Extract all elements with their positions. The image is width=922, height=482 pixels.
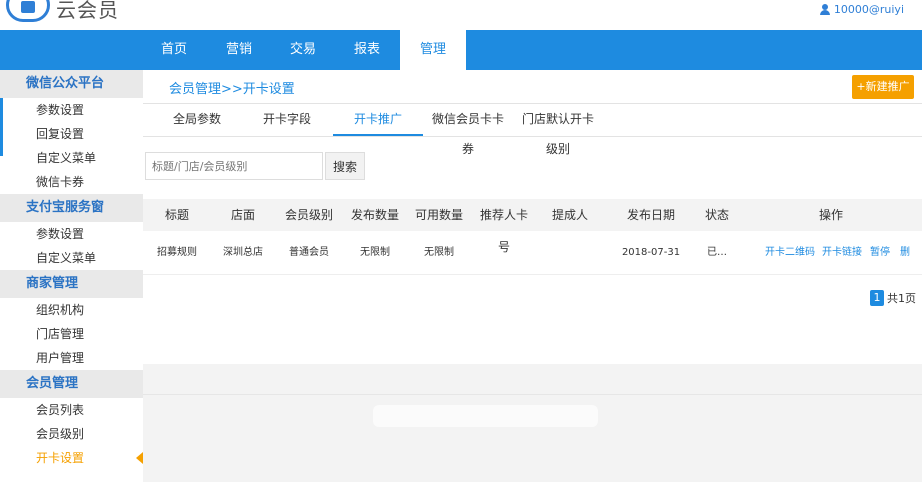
sidebar-item-wechat-card[interactable]: 微信卡券 — [0, 170, 143, 194]
sidebar-item-alipay-menu[interactable]: 自定义菜单 — [0, 246, 143, 270]
col-date: 发布日期 — [626, 208, 675, 222]
sidebar-item-card-settings[interactable]: 开卡设置 — [0, 446, 143, 470]
cell-status: 已… — [707, 247, 727, 258]
search-input[interactable] — [145, 152, 323, 180]
op-delete-link[interactable]: 删 — [900, 232, 910, 274]
tab-card-promotion[interactable]: 开卡推广 — [333, 104, 423, 136]
table-header: 标题 店面 会员级别 发布数量 可用数量 推荐人卡号 提成人 发布日期 状态 操… — [143, 199, 922, 254]
cell-date: 2018-07-31 — [621, 247, 681, 258]
sidebar-item-alipay-params[interactable]: 参数设置 — [0, 222, 143, 246]
col-level: 会员级别 — [284, 208, 333, 222]
sidebar-group-member[interactable]: 会员管理 — [0, 370, 143, 398]
col-publish-qty: 发布数量 — [350, 208, 399, 222]
sidebar-group-merchant[interactable]: 商家管理 — [0, 270, 143, 298]
sidebar-item-org[interactable]: 组织机构 — [0, 298, 143, 322]
user-account[interactable]: 10000@ruiyi — [819, 3, 904, 16]
sidebar-item-stores[interactable]: 门店管理 — [0, 322, 143, 346]
col-status: 状态 — [704, 208, 729, 222]
pagination: 1 共1页 — [870, 290, 916, 306]
col-title: 标题 — [164, 208, 189, 222]
page-number[interactable]: 1 — [870, 290, 884, 306]
nav-item-reports[interactable]: 报表 — [335, 30, 399, 70]
col-ops: 操作 — [818, 208, 843, 222]
sidebar-item-users[interactable]: 用户管理 — [0, 346, 143, 370]
logo-mark — [21, 1, 35, 13]
brand-name: 云会员 — [56, 0, 119, 22]
col-store: 店面 — [230, 208, 255, 222]
new-promotion-button[interactable]: +新建推广 — [852, 75, 914, 99]
nav-item-trade[interactable]: 交易 — [271, 30, 335, 70]
breadcrumb[interactable]: 会员管理>>开卡设置 — [169, 78, 295, 97]
col-commission: 提成人 — [551, 208, 588, 222]
user-account-label: 10000@ruiyi — [833, 3, 904, 16]
tab-global-params[interactable]: 全局参数 — [163, 104, 231, 134]
tab-wechat-card[interactable]: 微信会员卡卡券 — [429, 104, 507, 156]
main-nav: 首页 营销 交易 报表 管理 — [0, 30, 922, 70]
sidebar-item-member-list[interactable]: 会员列表 — [0, 398, 143, 422]
breadcrumb-bar: 会员管理>>开卡设置 +新建推广 — [143, 70, 922, 104]
sidebar-item-wechat-reply[interactable]: 回复设置 — [0, 122, 143, 146]
nav-item-home[interactable]: 首页 — [142, 30, 206, 70]
sidebar-scroll-indicator — [0, 98, 3, 156]
search-button[interactable]: 搜索 — [325, 152, 365, 180]
tab-card-fields[interactable]: 开卡字段 — [255, 104, 319, 134]
footer-blur — [373, 405, 598, 427]
nav-item-manage[interactable]: 管理 — [400, 30, 466, 70]
sidebar: 微信公众平台 参数设置 回复设置 自定义菜单 微信卡券 支付宝服务窗 参数设置 … — [0, 70, 143, 482]
nav-item-marketing[interactable]: 营销 — [207, 30, 271, 70]
cell-level: 普通会员 — [289, 247, 329, 258]
table-row: 招募规则 深圳总店 普通会员 无限制 无限制 2018-07-31 已… 开卡二… — [143, 232, 922, 275]
cell-commission — [547, 232, 593, 274]
top-bar: 云会员 10000@ruiyi — [0, 0, 922, 30]
user-icon — [819, 4, 830, 15]
op-pause-link[interactable]: 暂停 — [870, 232, 890, 274]
page-total: 共1页 — [887, 292, 916, 305]
logo-icon[interactable] — [6, 0, 50, 22]
sidebar-item-wechat-params[interactable]: 参数设置 — [0, 98, 143, 122]
sidebar-item-wechat-menu[interactable]: 自定义菜单 — [0, 146, 143, 170]
tab-default-level[interactable]: 门店默认开卡级别 — [517, 104, 599, 156]
tab-bar: 全局参数 开卡字段 开卡推广 微信会员卡卡券 门店默认开卡级别 — [143, 104, 922, 156]
cell-referrer-card — [475, 232, 533, 274]
op-card-qrcode-link[interactable]: 开卡二维码 — [765, 232, 815, 274]
op-card-link[interactable]: 开卡链接 — [822, 232, 862, 274]
footer-divider — [143, 394, 922, 395]
cell-title: 招募规则 — [157, 247, 197, 258]
col-referrer-card: 推荐人卡号 — [479, 208, 528, 254]
sidebar-item-member-level[interactable]: 会员级别 — [0, 422, 143, 446]
sidebar-group-wechat[interactable]: 微信公众平台 — [0, 70, 143, 98]
sidebar-group-alipay[interactable]: 支付宝服务窗 — [0, 194, 143, 222]
cell-publish-qty: 无限制 — [360, 247, 390, 258]
cell-store: 深圳总店 — [223, 247, 263, 258]
cell-available-qty: 无限制 — [424, 247, 454, 258]
main-content: 会员管理>>开卡设置 +新建推广 全局参数 开卡字段 开卡推广 微信会员卡卡券 … — [143, 70, 922, 482]
col-available-qty: 可用数量 — [414, 208, 463, 222]
